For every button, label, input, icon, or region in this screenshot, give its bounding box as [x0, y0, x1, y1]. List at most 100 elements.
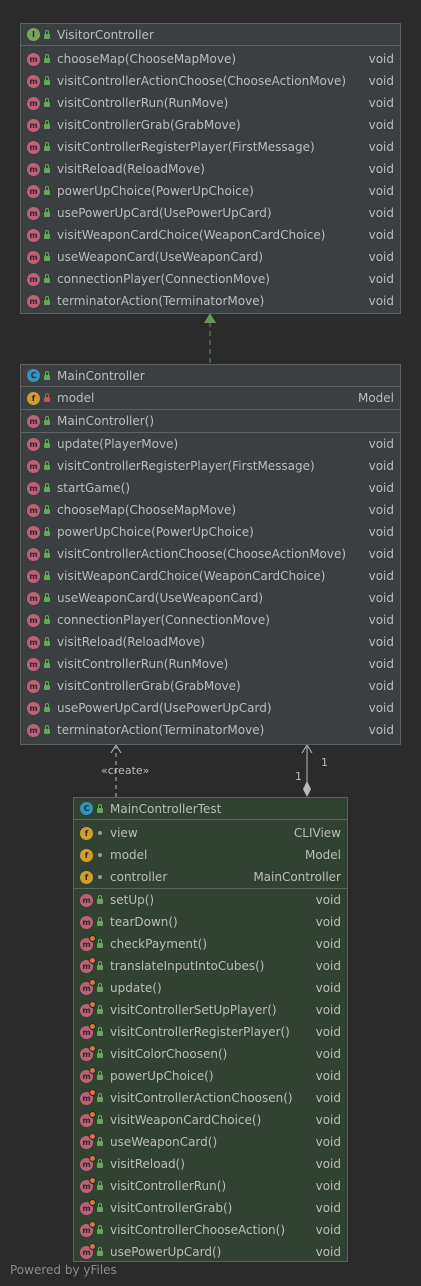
method-row[interactable]: m visitReload(ReloadMove) void [21, 631, 400, 653]
public-icon [97, 917, 103, 926]
class-main-controller-test[interactable]: C MainControllerTest f view CLIView f model M… [73, 797, 348, 1262]
member-type: void [368, 140, 394, 154]
public-icon [44, 230, 50, 239]
public-icon [44, 54, 50, 63]
field-list: f view CLIView f model Model f controller MainCo… [74, 820, 347, 888]
member-name: visitControllerRegisterPlayer() [110, 1025, 290, 1039]
member-type: void [315, 1113, 341, 1127]
member-name: useWeaponCard() [110, 1135, 218, 1149]
member-type: void [315, 1157, 341, 1171]
method-row[interactable]: m useWeaponCard(UseWeaponCard) void [21, 246, 400, 268]
method-row[interactable]: m visitControllerChooseAction() void [74, 1219, 347, 1241]
field-icon: f [27, 391, 40, 405]
field-icon: f [80, 826, 93, 840]
method-row[interactable]: m visitControllerActionChoose(ChooseActio… [21, 70, 400, 92]
method-icon: m [27, 723, 40, 737]
method-row[interactable]: m connectionPlayer(ConnectionMove) void [21, 268, 400, 290]
public-icon [44, 681, 50, 690]
member-type: void [368, 679, 394, 693]
member-name: visitWeaponCardChoice(WeaponCardChoice) [57, 228, 326, 242]
override-marker-icon [89, 1000, 96, 1008]
field-row[interactable]: f model Model [74, 844, 347, 866]
member-type: void [368, 206, 394, 220]
method-row[interactable]: m visitReload() void [74, 1153, 347, 1175]
method-icon: m [27, 635, 40, 649]
method-row[interactable]: m update(PlayerMove) void [21, 433, 400, 455]
method-row[interactable]: m visitControllerGrab() void [74, 1197, 347, 1219]
member-name: visitControllerGrab(GrabMove) [57, 679, 241, 693]
override-marker-icon [89, 978, 96, 986]
class-visitor-controller[interactable]: I VisitorController m chooseMap(ChooseMap… [20, 23, 401, 314]
method-row[interactable]: m visitControllerRegisterPlayer() void [74, 1021, 347, 1043]
public-icon [44, 527, 50, 536]
override-marker-icon [89, 934, 96, 942]
field-row[interactable]: f model Model [21, 387, 400, 409]
method-row[interactable]: m usePowerUpCard() void [74, 1241, 347, 1263]
member-name: terminatorAction(TerminatorMove) [57, 723, 265, 737]
method-icon: m [27, 294, 40, 308]
method-row[interactable]: m visitWeaponCardChoice(WeaponCardChoice)… [21, 565, 400, 587]
method-icon: m [27, 547, 40, 561]
method-row[interactable]: m visitControllerRegisterPlayer(FirstMess… [21, 136, 400, 158]
method-row[interactable]: m useWeaponCard(UseWeaponCard) void [21, 587, 400, 609]
method-row[interactable]: m translateInputIntoCubes() void [74, 955, 347, 977]
override-marker-icon [89, 1066, 96, 1074]
member-name: model [110, 848, 148, 862]
member-type: Model [304, 848, 341, 862]
method-row[interactable]: m usePowerUpCard(UsePowerUpCard) void [21, 697, 400, 719]
method-row[interactable]: m visitControllerRegisterPlayer(FirstMess… [21, 455, 400, 477]
method-row[interactable]: m visitControllerActionChoose(ChooseActio… [21, 543, 400, 565]
method-icon: m [27, 140, 40, 154]
method-row[interactable]: m checkPayment() void [74, 933, 347, 955]
method-row[interactable]: m chooseMap(ChooseMapMove) void [21, 499, 400, 521]
public-icon [44, 703, 50, 712]
member-type: void [368, 74, 394, 88]
method-row[interactable]: m visitWeaponCardChoice(WeaponCardChoice)… [21, 224, 400, 246]
method-icon: m [27, 657, 40, 671]
method-row[interactable]: m visitControllerSetUpPlayer() void [74, 999, 347, 1021]
method-row[interactable]: m visitControllerRun() void [74, 1175, 347, 1197]
class-main-controller[interactable]: C MainController f model Model m MainContro… [20, 364, 401, 745]
method-row[interactable]: m powerUpChoice() void [74, 1065, 347, 1087]
member-type: void [368, 723, 394, 737]
member-type: void [315, 1135, 341, 1149]
method-row[interactable]: m setUp() void [74, 889, 347, 911]
public-icon [44, 164, 50, 173]
method-row[interactable]: m visitReload(ReloadMove) void [21, 158, 400, 180]
method-row[interactable]: m terminatorAction(TerminatorMove) void [21, 290, 400, 312]
member-name: connectionPlayer(ConnectionMove) [57, 613, 270, 627]
constructor-row[interactable]: m MainController() [21, 410, 400, 432]
member-type: void [315, 1069, 341, 1083]
method-icon: m [27, 118, 40, 132]
field-row[interactable]: f view CLIView [74, 822, 347, 844]
member-name: startGame() [57, 481, 131, 495]
method-row[interactable]: m tearDown() void [74, 911, 347, 933]
method-row[interactable]: m connectionPlayer(ConnectionMove) void [21, 609, 400, 631]
public-icon [44, 571, 50, 580]
member-type: MainController [253, 870, 341, 884]
override-marker-icon [89, 1022, 96, 1030]
method-row[interactable]: m visitControllerGrab(GrabMove) void [21, 675, 400, 697]
constructor-list: m MainController() [21, 409, 400, 432]
field-row[interactable]: f controller MainController [74, 866, 347, 888]
method-row[interactable]: m usePowerUpCard(UsePowerUpCard) void [21, 202, 400, 224]
method-row[interactable]: m visitWeaponCardChoice() void [74, 1109, 347, 1131]
method-icon: m [80, 1132, 96, 1149]
method-row[interactable]: m powerUpChoice(PowerUpChoice) void [21, 521, 400, 543]
method-row[interactable]: m terminatorAction(TerminatorMove) void [21, 719, 400, 741]
method-row[interactable]: m visitControllerActionChoosen() void [74, 1087, 347, 1109]
method-row[interactable]: m visitControllerRun(RunMove) void [21, 92, 400, 114]
member-name: visitControllerRegisterPlayer(FirstMessa… [57, 140, 315, 154]
method-row[interactable]: m startGame() void [21, 477, 400, 499]
method-row[interactable]: m useWeaponCard() void [74, 1131, 347, 1153]
method-row[interactable]: m chooseMap(ChooseMapMove) void [21, 48, 400, 70]
method-icon: m [27, 52, 40, 66]
method-row[interactable]: m powerUpChoice(PowerUpChoice) void [21, 180, 400, 202]
member-name: view [110, 826, 138, 840]
method-row[interactable]: m visitControllerGrab(GrabMove) void [21, 114, 400, 136]
method-row[interactable]: m visitControllerRun(RunMove) void [21, 653, 400, 675]
method-row[interactable]: m update() void [74, 977, 347, 999]
public-icon [97, 1181, 103, 1190]
member-type: void [315, 1047, 341, 1061]
method-row[interactable]: m visitColorChoosen() void [74, 1043, 347, 1065]
